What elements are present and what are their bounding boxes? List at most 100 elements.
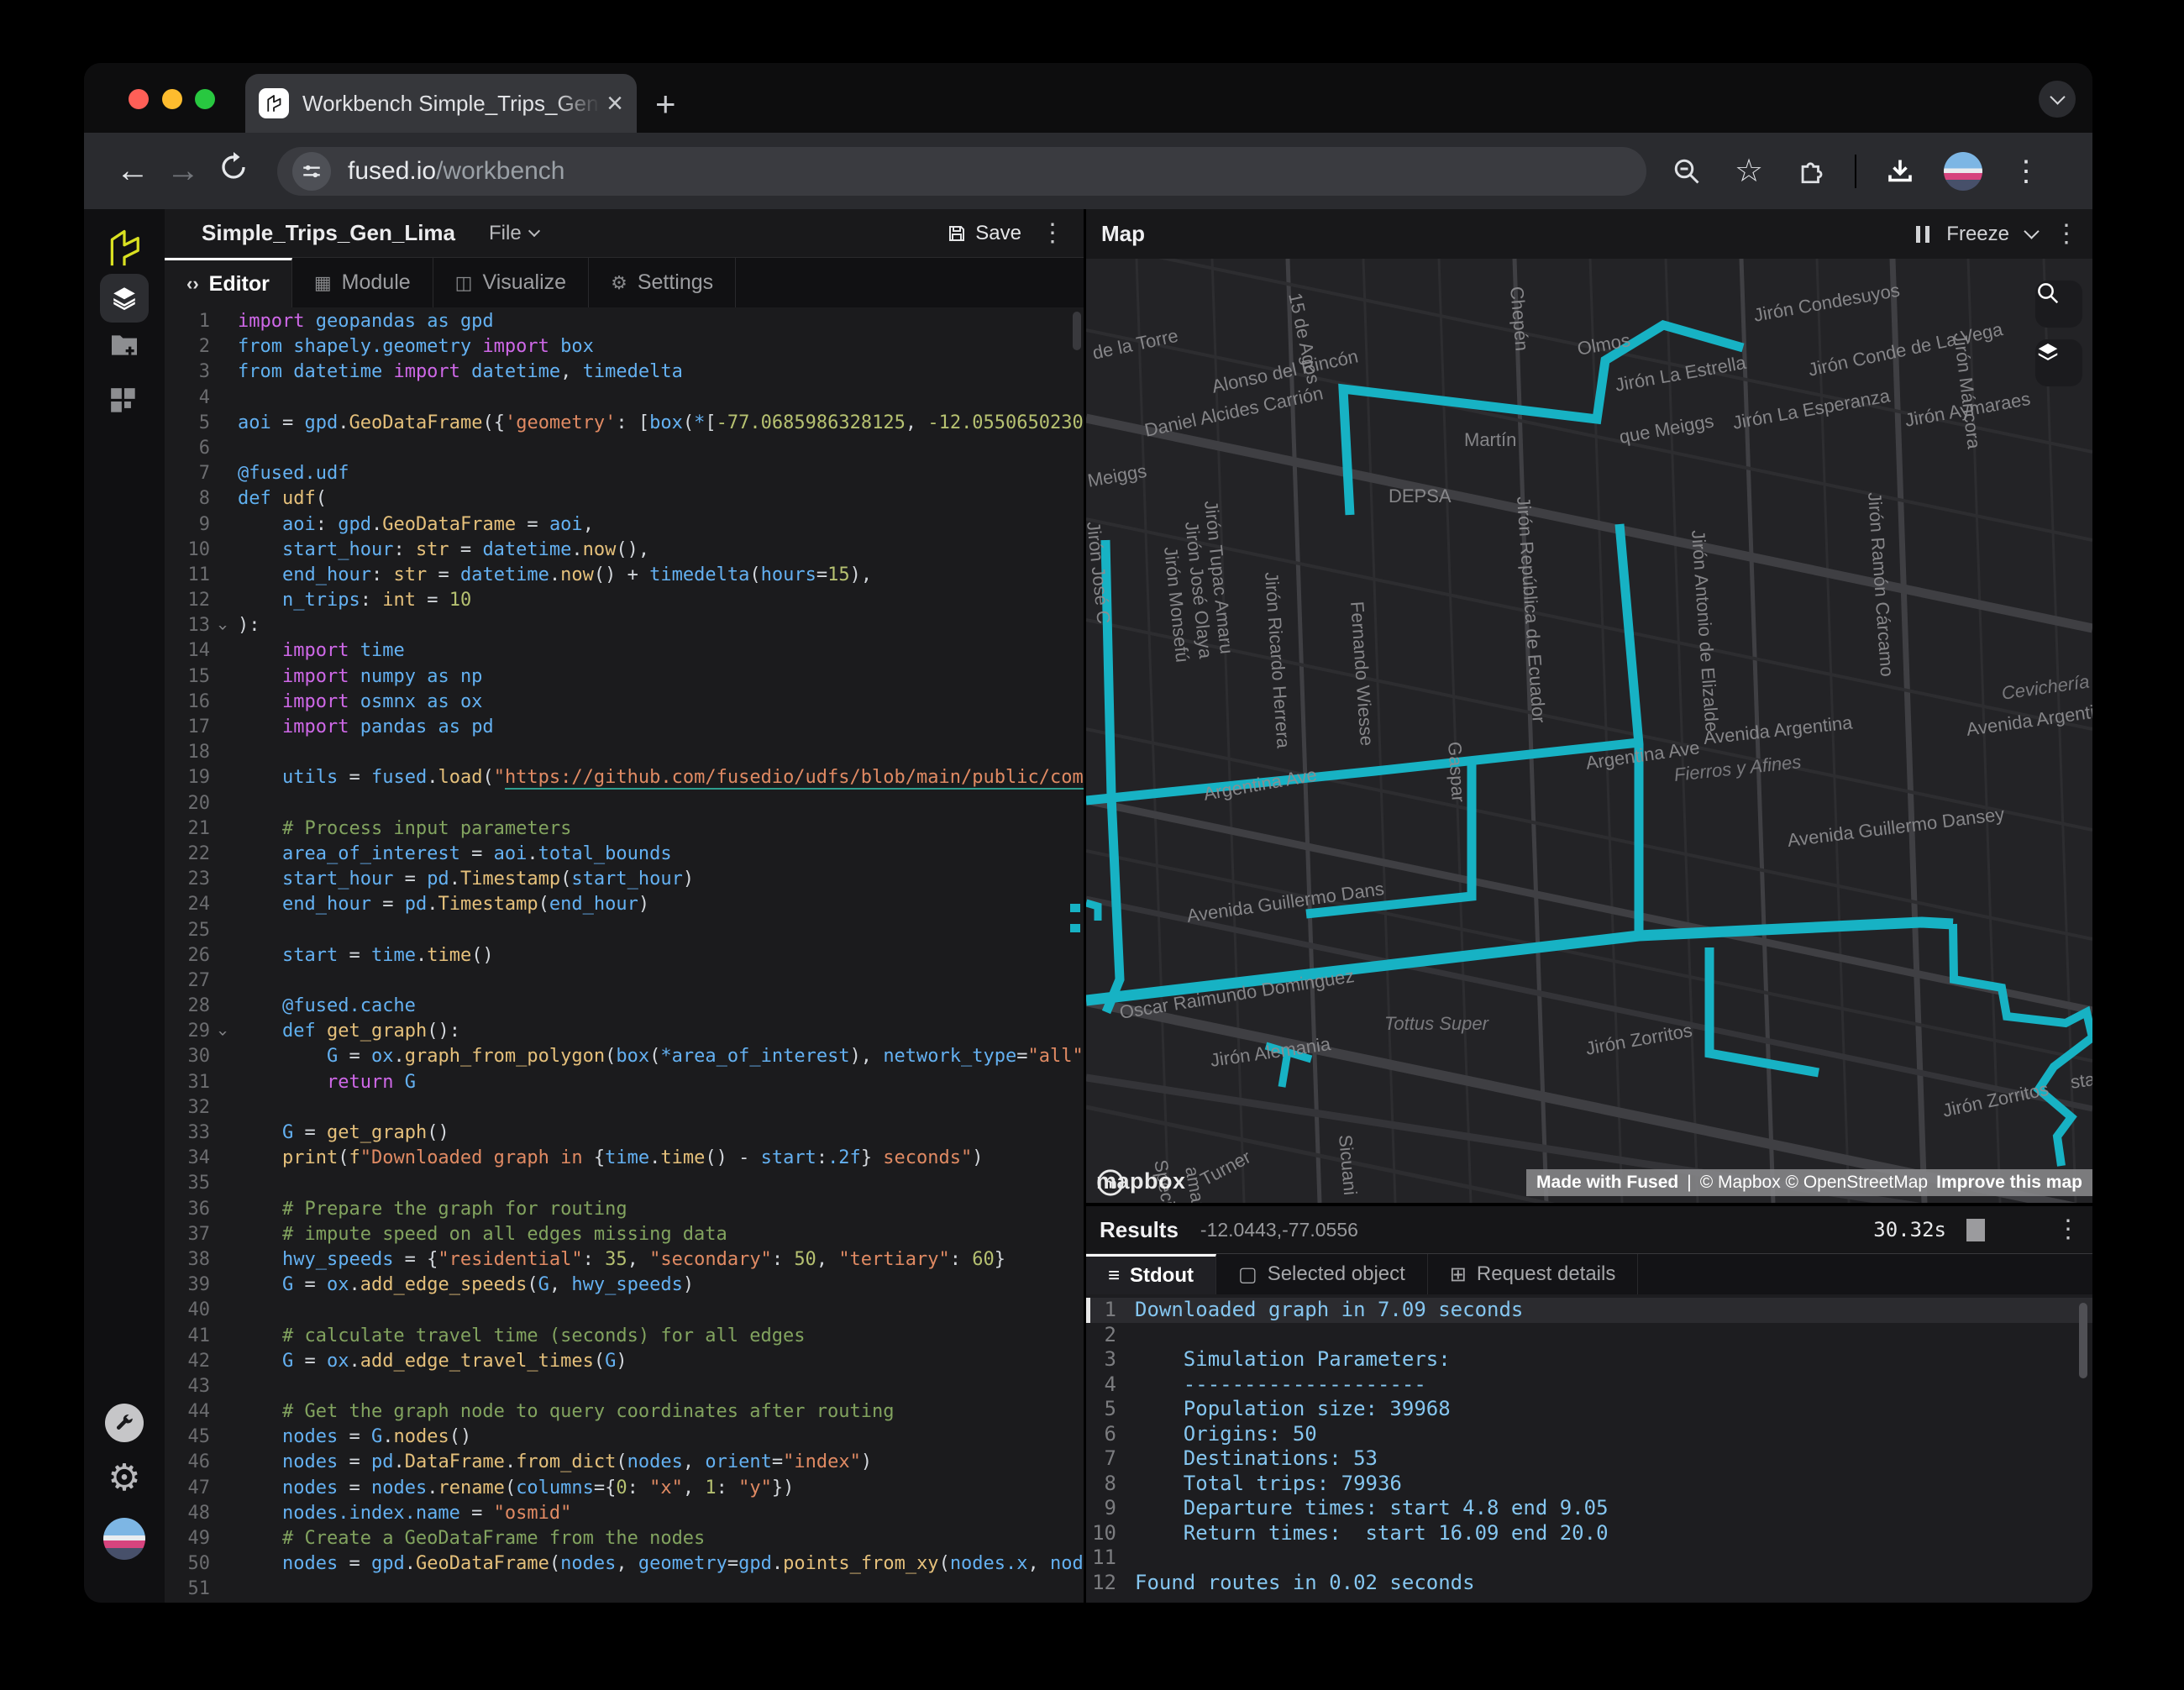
code-line[interactable]: 36 # Prepare the graph for routing (165, 1199, 1084, 1224)
code-line[interactable]: 48 nodes.index.name = "osmid" (165, 1503, 1084, 1528)
browser-tab[interactable]: Workbench Simple_Trips_Gen × (245, 74, 637, 133)
code-line[interactable]: 28 @fused.cache (165, 995, 1084, 1021)
extensions-puzzle-icon[interactable] (1793, 153, 1830, 190)
code-line[interactable]: 40 (165, 1299, 1084, 1325)
mapbox-logo[interactable]: m mapbox (1096, 1168, 1186, 1196)
run-status-block[interactable] (1966, 1218, 1985, 1241)
fused-logo-icon[interactable] (102, 226, 146, 270)
editor-scrollbar[interactable] (1073, 312, 1081, 350)
code-line[interactable]: 41 # calculate travel time (seconds) for… (165, 1325, 1084, 1351)
code-line[interactable]: 9 aoi: gpd.GeoDataFrame = aoi, (165, 514, 1084, 539)
code-line[interactable]: 30 G = ox.graph_from_polygon(box(*area_o… (165, 1046, 1084, 1071)
code-line[interactable]: 51 (165, 1578, 1084, 1603)
tab-visualize[interactable]: ◫ Visualize (433, 258, 590, 307)
code-line[interactable]: 45 nodes = G.nodes() (165, 1426, 1084, 1451)
code-line[interactable]: 39 G = ox.add_edge_speeds(G, hwy_speeds) (165, 1274, 1084, 1299)
code-line[interactable]: 20 (165, 793, 1084, 818)
downloads-icon[interactable] (1882, 153, 1919, 190)
forward-button[interactable]: → (158, 152, 208, 190)
code-line[interactable]: 38 hwy_speeds = {"residential": 35, "sec… (165, 1249, 1084, 1274)
browser-menu-kebab-icon[interactable]: ⋮ (2008, 153, 2045, 190)
editor-menu-kebab-icon[interactable]: ⋮ (1040, 220, 1065, 246)
rail-item-settings-gear-icon[interactable]: ⚙ (108, 1460, 140, 1497)
profile-avatar[interactable] (1944, 151, 1982, 191)
code-line[interactable]: 33 G = get_graph() (165, 1122, 1084, 1147)
trip-route-line[interactable] (1614, 523, 1644, 936)
code-line[interactable]: 3 from datetime import datetime, timedelt… (165, 361, 1084, 386)
code-line[interactable]: 17 import pandas as pd (165, 716, 1084, 742)
rail-item-layers[interactable] (100, 274, 149, 323)
code-line[interactable]: 19 utils = fused.load("https://github.co… (165, 767, 1084, 792)
map-viewport[interactable]: de la Torre Meiggs Alonso del Rincón Olmos J… (1086, 259, 2092, 1203)
code-line[interactable]: 42 G = ox.add_edge_travel_times(G) (165, 1351, 1084, 1376)
code-line[interactable]: 37 # impute speed on all edges missing d… (165, 1224, 1084, 1249)
tab-stdout[interactable]: ≡ Stdout (1086, 1254, 1216, 1294)
code-line[interactable]: 18 (165, 742, 1084, 767)
code-line[interactable]: 12 n_trips: int = 10 (165, 590, 1084, 615)
freeze-chevron-icon[interactable] (2024, 223, 2040, 239)
stdout-scrollbar[interactable] (2079, 1303, 2087, 1378)
code-line[interactable]: 5 aoi = gpd.GeoDataFrame({'geometry': [bo… (165, 412, 1084, 438)
url-bar[interactable]: fused.io/workbench (277, 146, 1646, 196)
code-line[interactable]: 11 end_hour: str = datetime.now() + time… (165, 564, 1084, 590)
code-line[interactable]: 47 nodes = nodes.rename(columns={0: "x",… (165, 1477, 1084, 1503)
improve-map-link[interactable]: Improve this map (1936, 1173, 2082, 1193)
code-line[interactable]: 4 (165, 387, 1084, 412)
save-button[interactable]: Save (947, 222, 1021, 245)
code-line[interactable]: 21 # Process input parameters (165, 818, 1084, 843)
site-info-icon[interactable] (292, 151, 331, 191)
minimize-window-button[interactable] (162, 89, 182, 109)
code-line[interactable]: 16 import osmnx as ox (165, 691, 1084, 716)
code-line[interactable]: 49 # Create a GeoDataFrame from the node… (165, 1528, 1084, 1553)
stdout-output[interactable]: 1 Downloaded graph in 7.09 seconds 2 3 Simu… (1086, 1294, 2092, 1603)
code-line[interactable]: 43 (165, 1376, 1084, 1401)
bookmark-star-icon[interactable]: ☆ (1730, 153, 1767, 190)
fold-chevron-icon[interactable]: › (213, 1028, 234, 1038)
code-line[interactable]: 14 import time (165, 640, 1084, 665)
code-line[interactable]: 34 print(f"Downloaded graph in {time.tim… (165, 1147, 1084, 1173)
tab-module[interactable]: ▦ Module (292, 258, 433, 307)
fold-chevron-icon[interactable]: › (213, 622, 234, 632)
tab-editor[interactable]: ‹› Editor (165, 258, 292, 307)
map-search-button[interactable] (2035, 281, 2082, 328)
rail-item-user-avatar[interactable] (103, 1518, 145, 1560)
code-line[interactable]: 44 # Get the graph node to query coordin… (165, 1401, 1084, 1426)
code-line[interactable]: 26 start = time.time() (165, 945, 1084, 970)
tab-settings[interactable]: ⚙ Settings (589, 258, 737, 307)
tab-close-icon[interactable]: × (606, 89, 623, 118)
code-line[interactable]: 35 (165, 1173, 1084, 1198)
code-line[interactable]: 22 area_of_interest = aoi.total_bounds (165, 843, 1084, 869)
code-line[interactable]: 6 (165, 438, 1084, 463)
new-tab-button[interactable]: + (655, 87, 676, 122)
code-line[interactable]: 31 return G (165, 1072, 1084, 1097)
map-layers-button[interactable] (2035, 339, 2082, 386)
trip-route-line[interactable] (1086, 899, 1102, 921)
code-line[interactable]: 27 (165, 970, 1084, 995)
results-menu-kebab-icon[interactable]: ⋮ (2055, 1217, 2081, 1242)
zoom-out-icon[interactable] (1668, 153, 1705, 190)
close-window-button[interactable] (129, 89, 149, 109)
code-line[interactable]: 15 import numpy as np (165, 666, 1084, 691)
code-line[interactable]: 23 start_hour = pd.Timestamp(start_hour) (165, 869, 1084, 894)
tab-search-chevron-button[interactable] (2039, 81, 2076, 118)
freeze-button[interactable]: Freeze (1946, 223, 2009, 246)
rail-item-add-folder[interactable] (108, 328, 141, 362)
code-line[interactable]: 50 nodes = gpd.GeoDataFrame(nodes, geome… (165, 1553, 1084, 1578)
code-line[interactable]: 1 import geopandas as gpd (165, 311, 1084, 336)
rail-item-tools-wrench-icon[interactable] (105, 1404, 144, 1442)
code-line[interactable]: 10 start_hour: str = datetime.now(), (165, 539, 1084, 564)
tab-request-details[interactable]: ⊞ Request details (1428, 1254, 1639, 1294)
maximize-window-button[interactable] (195, 89, 215, 109)
code-line[interactable]: 46 nodes = pd.DataFrame.from_dict(nodes,… (165, 1451, 1084, 1477)
code-line[interactable]: 13 ›): (165, 615, 1084, 640)
code-line[interactable]: 7 @fused.udf (165, 463, 1084, 488)
trip-route-line[interactable] (1086, 737, 1640, 806)
code-line[interactable]: 25 (165, 920, 1084, 945)
reload-button[interactable] (208, 151, 259, 191)
file-menu[interactable]: File (489, 222, 540, 245)
code-line[interactable]: 24 end_hour = pd.Timestamp(end_hour) (165, 894, 1084, 919)
rail-item-apps-grid[interactable] (108, 386, 140, 417)
code-editor[interactable]: 1 import geopandas as gpd 2 from shapely.ge… (165, 307, 1084, 1603)
map-menu-kebab-icon[interactable]: ⋮ (2054, 221, 2079, 247)
code-line[interactable]: 8 def udf( (165, 488, 1084, 513)
